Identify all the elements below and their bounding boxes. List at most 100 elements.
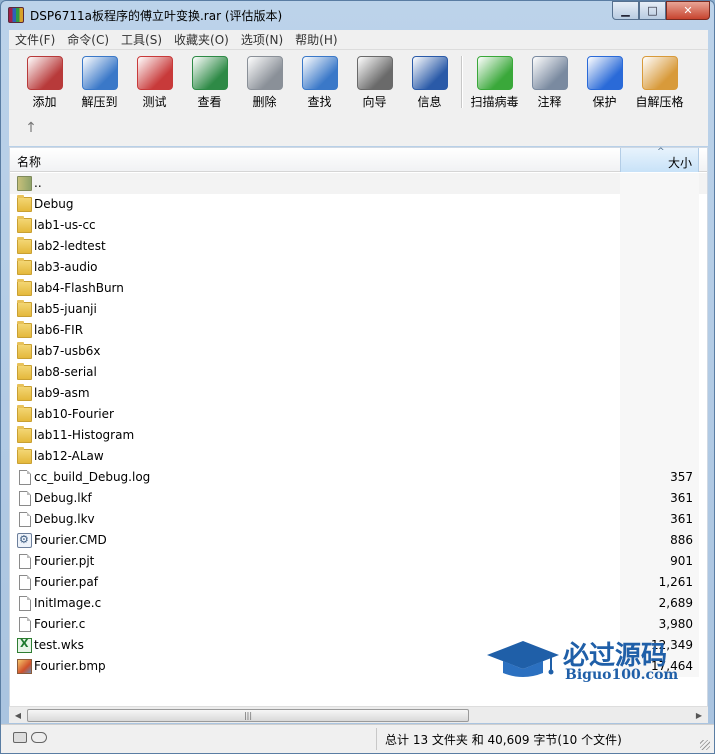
size-cell	[620, 446, 699, 467]
toolbar-button-11[interactable]: 自解压格	[632, 56, 687, 112]
toolbar-button-9[interactable]: 注释	[522, 56, 577, 112]
status-summary: 总计 13 文件夹 和 40,609 字节(10 个文件)	[385, 733, 622, 747]
file-row[interactable]: Fourier.c 3,980	[10, 614, 707, 635]
winrar-window: DSP6711a板程序的傅立叶变换.rar (评估版本) ▁ □ ✕ 文件(F)…	[0, 0, 715, 754]
file-name: Debug	[34, 197, 74, 211]
file-row[interactable]: Fourier.CMD 886	[10, 530, 707, 551]
menu-file[interactable]: 文件(F)	[9, 31, 61, 48]
folder-icon	[17, 237, 32, 254]
minimize-button[interactable]: ▁	[612, 1, 639, 20]
file-name: lab6-FIR	[34, 323, 84, 337]
toolbar-button-6[interactable]: 向导	[347, 56, 402, 112]
file-icon	[19, 512, 31, 527]
folder-icon	[17, 342, 32, 359]
toolbar-button-5[interactable]: 查找	[292, 56, 347, 112]
file-size: 1,261	[658, 575, 693, 589]
file-row[interactable]: Debug	[10, 194, 707, 215]
file-row[interactable]: lab6-FIR	[10, 320, 707, 341]
file-name: ..	[34, 176, 42, 190]
toolbar-button-3[interactable]: 查看	[182, 56, 237, 112]
file-row[interactable]: lab11-Histogram	[10, 425, 707, 446]
toolbar-button-1[interactable]: 解压到	[72, 56, 127, 112]
toolbar-label: 添加	[32, 95, 57, 109]
file-row[interactable]: lab3-audio	[10, 257, 707, 278]
drive-icon[interactable]	[13, 732, 27, 743]
toolbar-button-0[interactable]: 添加	[17, 56, 72, 112]
status-bar: 总计 13 文件夹 和 40,609 字节(10 个文件)	[1, 724, 714, 753]
file-size: 2,689	[658, 596, 693, 610]
file-row[interactable]: Fourier.paf 1,261	[10, 572, 707, 593]
menu-options[interactable]: 选项(N)	[235, 31, 289, 48]
file-icon	[19, 596, 31, 611]
menu-favorites[interactable]: 收藏夹(O)	[168, 31, 235, 48]
file-row[interactable]: Debug.lkf 361	[10, 488, 707, 509]
toolbar-button-7[interactable]: 信息	[402, 56, 457, 112]
key-icon[interactable]	[31, 732, 47, 743]
toolbar-button-10[interactable]: 保护	[577, 56, 632, 112]
file-row[interactable]: lab5-juanji	[10, 299, 707, 320]
size-cell	[620, 362, 699, 383]
status-divider	[376, 728, 377, 750]
file-name: Fourier.c	[34, 617, 86, 631]
menu-command[interactable]: 命令(C)	[61, 31, 115, 48]
file-row[interactable]: ..	[10, 173, 707, 194]
toolbar-separator	[461, 56, 463, 108]
maximize-button[interactable]: □	[639, 1, 666, 20]
toolbar-label: 注释	[537, 95, 562, 109]
horizontal-scrollbar[interactable]: ◀ ||| ▶	[9, 706, 708, 723]
file-name: Debug.lkv	[34, 512, 95, 526]
column-size-header[interactable]: ^ 大小	[620, 147, 699, 172]
toolbar-button-4[interactable]: 删除	[237, 56, 292, 112]
folder-icon	[17, 258, 32, 275]
file-name: lab5-juanji	[34, 302, 97, 316]
file-name: Fourier.bmp	[34, 659, 106, 673]
toolbar-buttons: 添加 解压到 测试 查看 删除 查找 向导 信息 扫描病毒 注释 保护 自解压格	[17, 56, 687, 112]
menu-tools[interactable]: 工具(S)	[115, 31, 168, 48]
menu-help[interactable]: 帮助(H)	[289, 31, 343, 48]
file-row[interactable]: lab7-usb6x	[10, 341, 707, 362]
file-row[interactable]: Debug.lkv 361	[10, 509, 707, 530]
resize-grip-icon[interactable]	[700, 740, 710, 750]
title-bar[interactable]: DSP6711a板程序的傅立叶变换.rar (评估版本) ▁ □ ✕	[1, 1, 714, 30]
file-row[interactable]: lab9-asm	[10, 383, 707, 404]
file-row[interactable]: Fourier.pjt 901	[10, 551, 707, 572]
folder-icon	[17, 279, 32, 296]
column-name-header[interactable]: 名称	[17, 153, 41, 170]
size-cell	[620, 299, 699, 320]
file-icon	[19, 470, 31, 485]
file-row[interactable]: InitImage.c 2,689	[10, 593, 707, 614]
toolbar-button-2[interactable]: 测试	[127, 56, 182, 112]
size-cell	[620, 236, 699, 257]
file-name: Fourier.paf	[34, 575, 98, 589]
file-icon	[19, 617, 31, 632]
status-icons	[13, 732, 47, 743]
file-name: lab8-serial	[34, 365, 97, 379]
toolbar-label: 查看	[197, 95, 222, 109]
spreadsheet-file-icon	[17, 637, 32, 653]
toolbar-label: 信息	[417, 95, 442, 109]
file-name: lab3-audio	[34, 260, 98, 274]
winrar-app-icon[interactable]	[8, 7, 24, 23]
file-row[interactable]: lab2-ledtest	[10, 236, 707, 257]
file-icon	[19, 491, 31, 506]
toolbar-label: 向导	[362, 95, 387, 109]
close-button[interactable]: ✕	[666, 1, 710, 20]
file-size: 361	[670, 491, 693, 505]
file-row[interactable]: cc_build_Debug.log 357	[10, 467, 707, 488]
scrollbar-thumb[interactable]: |||	[27, 709, 469, 722]
toolbar-label: 测试	[142, 95, 167, 109]
file-row[interactable]: lab8-serial	[10, 362, 707, 383]
toolbar-button-8[interactable]: 扫描病毒	[467, 56, 522, 112]
file-row[interactable]: lab10-Fourier	[10, 404, 707, 425]
file-row[interactable]: lab12-ALaw	[10, 446, 707, 467]
file-row[interactable]: lab4-FlashBurn	[10, 278, 707, 299]
folder-icon	[17, 447, 32, 464]
scroll-right-arrow-icon[interactable]: ▶	[692, 709, 706, 722]
file-row[interactable]: lab1-us-cc	[10, 215, 707, 236]
file-name: cc_build_Debug.log	[34, 470, 151, 484]
up-arrow-button[interactable]: ↑	[23, 120, 39, 136]
scroll-left-arrow-icon[interactable]: ◀	[11, 709, 25, 722]
file-name: test.wks	[34, 638, 84, 652]
add-archive-icon	[26, 56, 63, 90]
folder-icon	[17, 405, 32, 422]
